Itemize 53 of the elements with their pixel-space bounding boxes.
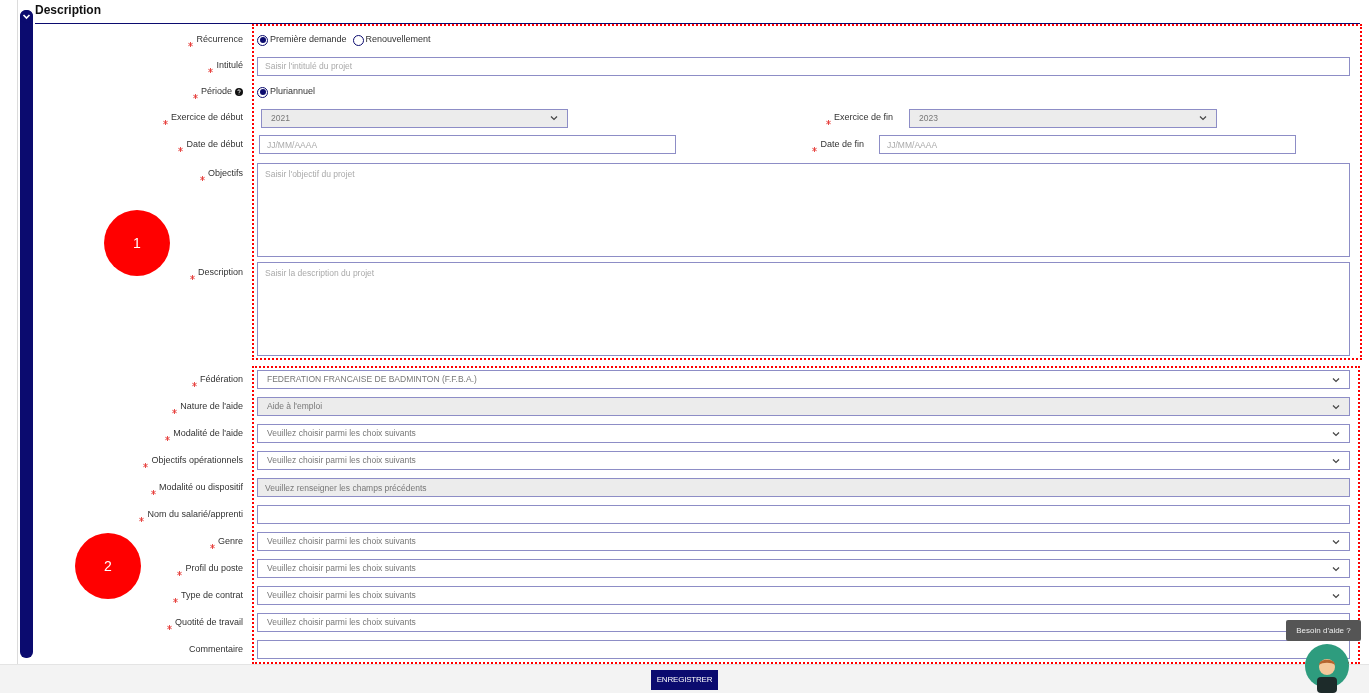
field-label: Période	[200, 85, 232, 99]
chevron-down-icon	[550, 115, 558, 121]
select-field[interactable]: FEDERATION FRANCAISE DE BADMINTON (F.F.B.A.)	[257, 370, 1350, 389]
select-field[interactable]: Veuillez choisir parmi les choix suivants	[257, 451, 1350, 470]
help-icon[interactable]	[235, 88, 243, 96]
select-field[interactable]: Veuillez choisir parmi les choix suivants	[257, 424, 1350, 443]
annotation-marker: 1	[104, 210, 170, 276]
field-label: Exercice de fin	[833, 111, 893, 125]
field-label: Récurrence	[196, 33, 243, 47]
field-label: Intitulé	[216, 59, 243, 73]
help-tooltip: Besoin d'aide ?	[1286, 620, 1361, 641]
field-label: Objectifs opérationnels	[151, 453, 243, 467]
chevron-down-icon[interactable]	[20, 10, 33, 23]
radio-option[interactable]: Première demande	[257, 33, 347, 47]
field-label: Date de fin	[820, 137, 864, 151]
textarea-field[interactable]: Saisir l'objectif du projet	[257, 163, 1350, 257]
assistant-avatar-icon[interactable]	[1305, 643, 1349, 693]
field-label: Profil du poste	[185, 561, 243, 575]
field-label: Objectifs	[208, 167, 243, 181]
field-label: Exercice de début	[170, 111, 243, 125]
input-field[interactable]: JJ/MM/AAAA	[879, 135, 1296, 154]
chevron-down-icon	[1332, 565, 1340, 572]
chevron-down-icon	[1199, 115, 1207, 121]
chevron-down-icon	[1332, 376, 1340, 383]
field-label: Quotité de travail	[174, 615, 243, 629]
save-button[interactable]: ENREGISTRER	[650, 670, 719, 690]
chevron-down-icon	[1332, 403, 1340, 410]
select-field[interactable]: Veuillez choisir parmi les choix suivants	[257, 586, 1350, 605]
section-title: Description	[35, 2, 101, 19]
input-field[interactable]	[257, 505, 1350, 524]
field-label: Commentaire	[188, 642, 243, 656]
radio-option[interactable]: Renouvellement	[352, 33, 431, 47]
field-label: Date de début	[186, 137, 243, 151]
select-field[interactable]: Veuillez choisir parmi les choix suivants	[257, 559, 1350, 578]
chevron-down-icon	[1332, 457, 1340, 464]
input-field[interactable]: JJ/MM/AAAA	[259, 135, 676, 154]
chevron-down-icon	[1332, 538, 1340, 545]
chevron-down-icon	[1332, 592, 1340, 599]
chevron-down-icon	[1332, 430, 1340, 437]
input-field[interactable]: Saisir l'intitulé du projet	[257, 56, 1350, 76]
select-field[interactable]: Veuillez choisir parmi les choix suivants	[257, 532, 1350, 551]
field-label: Nature de l'aide	[180, 399, 243, 413]
field-label: Type de contrat	[180, 588, 243, 602]
annotation-marker: 2	[75, 533, 141, 599]
textarea-field[interactable]: Saisir la description du projet	[257, 262, 1350, 356]
field-label: Nom du salarié/apprenti	[147, 507, 243, 521]
field-label: Genre	[218, 534, 243, 548]
field-label: Modalité de l'aide	[173, 426, 243, 440]
field-label: Modalité ou dispositif	[158, 480, 243, 494]
field-label: Description	[197, 266, 243, 280]
radio-option[interactable]: Pluriannuel	[257, 85, 316, 99]
input-field[interactable]	[257, 640, 1350, 659]
field-label: Fédération	[199, 372, 243, 386]
